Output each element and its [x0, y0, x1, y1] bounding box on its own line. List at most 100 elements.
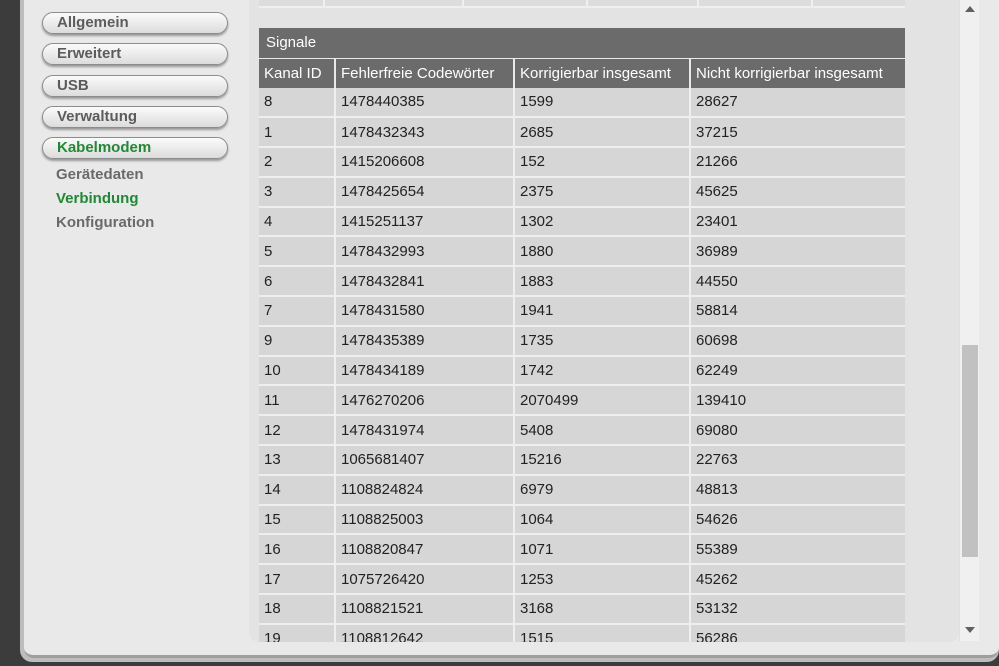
menu-button-usb[interactable]: USB	[42, 75, 228, 97]
table-row: 11 1476270206 2070499 139410	[259, 385, 905, 417]
cell-kanal-id: 7	[259, 296, 336, 327]
cell-korrigierbar: 1742	[514, 355, 691, 387]
cell-kanal-id: 10	[259, 355, 336, 387]
cell-kanal-id: 13	[259, 445, 336, 476]
table-row: 14 1108824824 6979 48813	[259, 474, 905, 506]
content-panel: Signale Kanal ID Fehlerfreie Codewörter …	[249, 0, 959, 642]
column-header-nicht-korrigierbar: Nicht korrigierbar insgesamt	[690, 58, 905, 88]
cell-korrigierbar: 1883	[514, 266, 691, 298]
scroll-down-arrow-icon[interactable]	[965, 627, 975, 633]
menu-button-verwaltung[interactable]: Verwaltung	[42, 106, 228, 128]
cell-nicht-korrigierbar: 28627	[690, 87, 905, 119]
table-header-row: Kanal ID Fehlerfreie Codewörter Korrigie…	[259, 58, 905, 88]
cell-nicht-korrigierbar: 54626	[690, 504, 905, 536]
scroll-up-arrow-icon[interactable]	[965, 6, 975, 12]
cell-korrigierbar: 1302	[514, 206, 691, 238]
cell-fehlerfreie-codewoerter: 1478431974	[335, 415, 515, 447]
table-row: 16 1108820847 1071 55389	[259, 534, 905, 566]
submenu-item-geraetedaten[interactable]: Gerätedaten	[56, 166, 144, 183]
cell-korrigierbar: 2375	[514, 176, 691, 208]
cell-nicht-korrigierbar: 22763	[690, 445, 905, 476]
cell-korrigierbar: 1599	[514, 87, 691, 119]
cell-nicht-korrigierbar: 45262	[690, 564, 905, 596]
table-row: 6 1478432841 1883 44550	[259, 266, 905, 298]
table-row: 18 1108821521 3168 53132	[259, 594, 905, 625]
cell-korrigierbar: 1071	[514, 534, 691, 566]
table-row: 2 1415206608 152 21266	[259, 147, 905, 178]
cell-korrigierbar: 1941	[514, 296, 691, 327]
cell-fehlerfreie-codewoerter: 1108825003	[335, 504, 515, 536]
menu-button-kabelmodem[interactable]: Kabelmodem	[42, 137, 228, 159]
cell-korrigierbar: 1515	[514, 623, 691, 642]
cell-kanal-id: 3	[259, 176, 336, 208]
cell-korrigierbar: 1253	[514, 564, 691, 596]
column-header-fehlerfreie-codewoerter: Fehlerfreie Codewörter	[335, 58, 515, 88]
cell-kanal-id: 9	[259, 325, 336, 357]
column-header-korrigierbar: Korrigierbar insgesamt	[514, 58, 691, 88]
cell-fehlerfreie-codewoerter: 1415251137	[335, 206, 515, 238]
cell-korrigierbar: 2685	[514, 117, 691, 149]
table-row: 3 1478425654 2375 45625	[259, 176, 905, 208]
cell-fehlerfreie-codewoerter: 1478425654	[335, 176, 515, 208]
table-row: 19 1108812642 1515 56286	[259, 623, 905, 642]
cell-fehlerfreie-codewoerter: 1075726420	[335, 564, 515, 596]
cell-korrigierbar: 3168	[514, 594, 691, 625]
submenu-item-verbindung[interactable]: Verbindung	[56, 190, 139, 207]
cell-kanal-id: 5	[259, 236, 336, 268]
cell-kanal-id: 1	[259, 117, 336, 149]
table-row: 10 1478434189 1742 62249	[259, 355, 905, 387]
cell-nicht-korrigierbar: 45625	[690, 176, 905, 208]
cell-fehlerfreie-codewoerter: 1478431580	[335, 296, 515, 327]
cell-korrigierbar: 152	[514, 147, 691, 178]
submenu-item-konfiguration[interactable]: Konfiguration	[56, 214, 154, 231]
previous-table-row	[259, 0, 905, 8]
cell-fehlerfreie-codewoerter: 1478434189	[335, 355, 515, 387]
cell-kanal-id: 19	[259, 623, 336, 642]
cell-kanal-id: 17	[259, 564, 336, 596]
cell-nicht-korrigierbar: 37215	[690, 117, 905, 149]
cell-nicht-korrigierbar: 62249	[690, 355, 905, 387]
cell-kanal-id: 12	[259, 415, 336, 447]
table-row: 15 1108825003 1064 54626	[259, 504, 905, 536]
cell-korrigierbar: 5408	[514, 415, 691, 447]
scrollbar-thumb[interactable]	[962, 345, 978, 557]
cell-fehlerfreie-codewoerter: 1478432841	[335, 266, 515, 298]
signals-table: Kanal ID Fehlerfreie Codewörter Korrigie…	[259, 58, 905, 642]
cell-fehlerfreie-codewoerter: 1478440385	[335, 87, 515, 119]
cell-kanal-id: 15	[259, 504, 336, 536]
cell-nicht-korrigierbar: 56286	[690, 623, 905, 642]
cell-korrigierbar: 15216	[514, 445, 691, 476]
cell-fehlerfreie-codewoerter: 1065681407	[335, 445, 515, 476]
menu-button-allgemein[interactable]: Allgemein	[42, 12, 228, 34]
table-row: 5 1478432993 1880 36989	[259, 236, 905, 268]
cell-korrigierbar: 1064	[514, 504, 691, 536]
table-row: 7 1478431580 1941 58814	[259, 296, 905, 327]
cell-kanal-id: 18	[259, 594, 336, 625]
cell-nicht-korrigierbar: 44550	[690, 266, 905, 298]
cell-fehlerfreie-codewoerter: 1415206608	[335, 147, 515, 178]
cell-kanal-id: 2	[259, 147, 336, 178]
cell-korrigierbar: 1880	[514, 236, 691, 268]
table-row: 13 1065681407 15216 22763	[259, 445, 905, 476]
menu-button-erweitert[interactable]: Erweitert	[42, 43, 228, 65]
cell-korrigierbar: 2070499	[514, 385, 691, 417]
cell-nicht-korrigierbar: 48813	[690, 474, 905, 506]
cell-nicht-korrigierbar: 21266	[690, 147, 905, 178]
cell-fehlerfreie-codewoerter: 1108824824	[335, 474, 515, 506]
cell-nicht-korrigierbar: 69080	[690, 415, 905, 447]
table-row: 12 1478431974 5408 69080	[259, 415, 905, 447]
table-row: 17 1075726420 1253 45262	[259, 564, 905, 596]
cell-fehlerfreie-codewoerter: 1478432343	[335, 117, 515, 149]
cell-korrigierbar: 6979	[514, 474, 691, 506]
cell-nicht-korrigierbar: 23401	[690, 206, 905, 238]
cell-kanal-id: 11	[259, 385, 336, 417]
cell-nicht-korrigierbar: 60698	[690, 325, 905, 357]
cell-kanal-id: 4	[259, 206, 336, 238]
cell-fehlerfreie-codewoerter: 1108821521	[335, 594, 515, 625]
cell-nicht-korrigierbar: 139410	[690, 385, 905, 417]
cell-kanal-id: 16	[259, 534, 336, 566]
table-row: 1 1478432343 2685 37215	[259, 117, 905, 149]
table-row: 9 1478435389 1735 60698	[259, 325, 905, 357]
cell-fehlerfreie-codewoerter: 1108812642	[335, 623, 515, 642]
vertical-scrollbar[interactable]	[959, 0, 979, 641]
